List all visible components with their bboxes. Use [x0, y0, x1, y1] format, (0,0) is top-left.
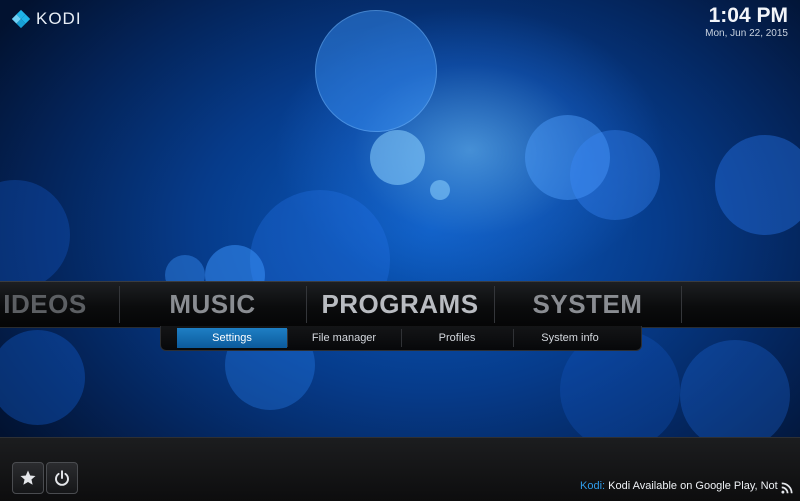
rss-ticker-source: Kodi:	[580, 480, 606, 492]
sub-menu-item-profiles[interactable]: Profiles	[402, 328, 512, 348]
menu-divider	[681, 286, 682, 323]
clock: 1:04 PM Mon, Jun 22, 2015	[705, 4, 788, 40]
sub-menu-item-system-info[interactable]: System info	[514, 328, 626, 348]
sub-menu: Settings File manager Profiles System in…	[160, 326, 642, 351]
main-menu-item-system[interactable]: SYSTEM	[495, 282, 680, 327]
favourites-button[interactable]	[12, 462, 44, 494]
power-icon	[55, 470, 69, 486]
clock-time: 1:04 PM	[708, 4, 788, 27]
rss-ticker-message: Kodi Available on Google Play, Not o	[608, 480, 780, 492]
rss-ticker[interactable]: Kodi: Kodi Available on Google Play, Not…	[580, 480, 780, 492]
kodi-logo-icon	[11, 9, 31, 29]
star-icon	[20, 470, 36, 485]
background-wallpaper	[0, 0, 800, 500]
logo-text: KODI	[36, 9, 82, 28]
main-menu-item-videos[interactable]: IDEOS	[0, 282, 120, 327]
power-button[interactable]	[46, 462, 78, 494]
clock-date: Mon, Jun 22, 2015	[705, 28, 788, 39]
main-menu-item-programs[interactable]: PROGRAMS	[307, 282, 493, 327]
rss-icon	[781, 482, 793, 494]
sub-menu-item-file-manager[interactable]: File manager	[288, 328, 400, 348]
sub-menu-item-settings[interactable]: Settings	[177, 328, 287, 348]
main-menu: IDEOS MUSIC PROGRAMS SYSTEM	[0, 281, 800, 328]
main-menu-item-music[interactable]: MUSIC	[120, 282, 305, 327]
kodi-logo: KODI	[10, 8, 82, 30]
